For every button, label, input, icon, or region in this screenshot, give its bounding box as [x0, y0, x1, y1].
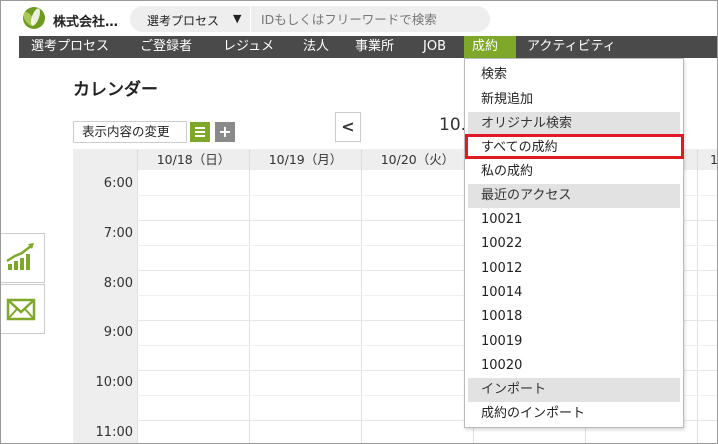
nav-item-job[interactable]: JOB	[415, 36, 454, 58]
day-header[interactable]: 10/19（月）	[249, 149, 361, 170]
menu-item-recent[interactable]: 10020	[468, 354, 680, 378]
menu-item-recent[interactable]: 10021	[468, 208, 680, 232]
app-window: 株式会社… 選考プロセス ▼ 選考プロセス ご登録者 レジュメ 法人 事業所 J…	[0, 0, 718, 444]
process-select-label: 選考プロセス	[147, 14, 220, 28]
time-label: 11:00	[95, 425, 133, 440]
time-label: 6:00	[103, 176, 133, 191]
menu-item-recent[interactable]: 10019	[468, 330, 680, 354]
nav-item-activity[interactable]: アクティビティ	[519, 36, 624, 58]
nav-item-registrants[interactable]: ご登録者	[132, 36, 200, 58]
view-change-button[interactable]: 表示内容の変更	[73, 121, 187, 143]
menu-item-recent[interactable]: 10012	[468, 257, 680, 281]
menu-item-search[interactable]: 検索	[468, 63, 680, 87]
list-icon[interactable]	[190, 122, 210, 142]
time-column: 6:00 7:00 8:00 9:00 10:00 11:00	[73, 170, 137, 443]
company-logo-icon[interactable]	[23, 7, 45, 29]
menu-section-import: インポート	[468, 378, 680, 402]
time-label: 10:00	[95, 375, 133, 390]
menu-section-original-search: オリジナル検索	[468, 112, 680, 136]
company-name[interactable]: 株式会社…	[53, 11, 118, 30]
menu-item-new[interactable]: 新規追加	[468, 88, 680, 112]
search-box[interactable]	[250, 6, 490, 32]
mail-icon	[6, 298, 36, 321]
month-title: 10.	[439, 115, 467, 135]
menu-item-my-contracts[interactable]: 私の成約	[468, 160, 680, 184]
contracts-dropdown-menu: 検索 新規追加 オリジナル検索 すべての成約 私の成約 最近のアクセス 1002…	[464, 58, 684, 428]
caret-down-icon: ▼	[233, 12, 242, 25]
day-header[interactable]: 1	[697, 149, 717, 170]
process-select[interactable]: 選考プロセス ▼	[130, 6, 250, 32]
nav-item-selection-process[interactable]: 選考プロセス	[23, 36, 117, 58]
search-input[interactable]	[261, 9, 481, 29]
menu-item-recent[interactable]: 10022	[468, 232, 680, 256]
time-label: 7:00	[103, 226, 133, 241]
nav-item-corporation[interactable]: 法人	[295, 36, 337, 58]
page-title: カレンダー	[73, 80, 158, 100]
menu-item-recent[interactable]: 10018	[468, 305, 680, 329]
highlight-box	[465, 134, 684, 159]
menu-item-recent[interactable]: 10014	[468, 281, 680, 305]
menu-item-import-contracts[interactable]: 成約のインポート	[468, 402, 680, 426]
time-label: 8:00	[103, 276, 133, 291]
chart-icon	[6, 243, 34, 270]
main-nav: 選考プロセス ご登録者 レジュメ 法人 事業所 JOB 成約 アクティビティ	[19, 36, 717, 58]
nav-item-office[interactable]: 事業所	[347, 36, 402, 58]
top-bar: 株式会社… 選考プロセス ▼	[1, 1, 717, 36]
chart-button[interactable]	[1, 233, 45, 283]
prev-button[interactable]: <	[335, 112, 361, 142]
mail-button[interactable]	[1, 284, 45, 334]
time-label: 9:00	[103, 325, 133, 340]
nav-item-contracts[interactable]: 成約	[464, 36, 516, 58]
day-header[interactable]: 10/18（日）	[137, 149, 249, 170]
add-button[interactable]: +	[215, 122, 235, 142]
menu-section-recent-access: 最近のアクセス	[468, 184, 680, 208]
day-header[interactable]: 10/20（火）	[361, 149, 473, 170]
nav-item-resume[interactable]: レジュメ	[215, 36, 282, 58]
